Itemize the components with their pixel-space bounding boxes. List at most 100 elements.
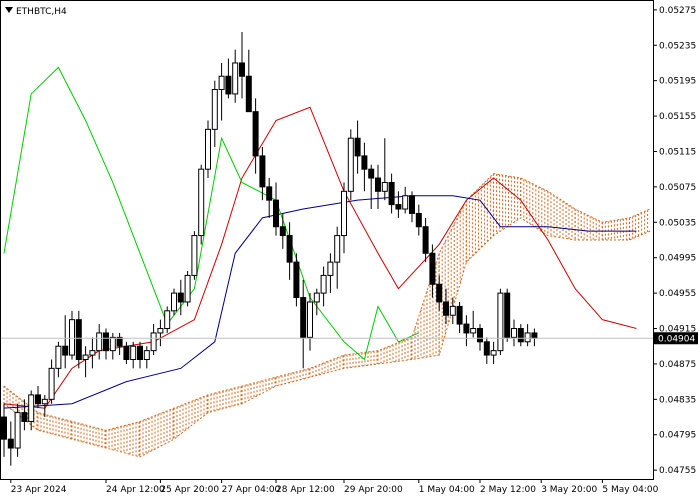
candle-body: [103, 332, 109, 352]
time-tick-label: 29 Apr 20:00: [344, 485, 403, 495]
candle-body: [497, 292, 504, 352]
time-tick-label: 2 May 12:00: [480, 485, 536, 495]
price-tick-label: 0.05155: [659, 112, 696, 122]
candle-body: [177, 292, 184, 303]
candle-body: [62, 345, 69, 356]
candle-body: [300, 297, 307, 338]
candle-body: [259, 155, 266, 188]
candle-body: [211, 89, 218, 130]
candle-body: [313, 292, 320, 303]
candle-body: [395, 204, 402, 210]
candle-body: [225, 75, 232, 95]
candle-body: [252, 111, 259, 157]
candle-body: [239, 62, 245, 77]
candle-body: [266, 186, 273, 201]
candle-body: [524, 332, 531, 343]
candle-body: [422, 226, 429, 254]
candle-body: [429, 252, 436, 285]
candle-body: [286, 235, 293, 263]
candle: [171, 288, 177, 316]
price-tick-label: 0.04795: [659, 431, 696, 441]
candle-body: [157, 328, 164, 334]
candle-body: [341, 190, 347, 237]
candle-body: [82, 354, 89, 360]
candle-body: [205, 128, 211, 170]
candle-body: [477, 328, 483, 343]
candle-body: [96, 332, 103, 352]
price-tick-label: 0.05195: [659, 77, 696, 87]
candle: [497, 288, 504, 356]
candle-body: [436, 283, 443, 303]
time-tick-label: 28 Apr 12:00: [276, 485, 335, 495]
time-tick-label: 23 Apr 2024: [11, 485, 67, 495]
candle-body: [198, 168, 205, 237]
candle-body: [293, 261, 300, 299]
current-price-label-group: 0.04904: [654, 332, 698, 345]
price-tick-label: 0.05275: [659, 6, 696, 16]
time-tick-label: 25 Apr 20:00: [160, 485, 219, 495]
candle-body: [273, 199, 279, 228]
candle-body: [130, 345, 137, 361]
time-tick-label: 1 May 04:00: [419, 485, 475, 495]
time-tick-label: 3 May 20:00: [541, 485, 597, 495]
price-tick-label: 0.05235: [659, 41, 696, 51]
candle-body: [279, 226, 286, 237]
candle-body: [368, 168, 375, 179]
candle-body: [347, 137, 354, 192]
candle-body: [531, 332, 538, 339]
candle-body: [245, 75, 252, 113]
candle-body: [75, 319, 82, 360]
candle-body: [375, 177, 381, 192]
candle-body: [402, 195, 409, 210]
chart-background: [0, 0, 700, 500]
candle: [184, 270, 191, 307]
candle: [198, 164, 205, 245]
candle-body: [1, 416, 7, 440]
candle-body: [307, 301, 313, 338]
candle-body: [109, 336, 116, 352]
candle-body: [463, 323, 470, 334]
candle-body: [218, 75, 225, 91]
time-tick-label: 24 Apr 12:00: [106, 485, 165, 495]
candle-body: [232, 62, 239, 95]
candle: [347, 129, 354, 201]
current-price-label: 0.04904: [658, 334, 695, 344]
candle-body: [69, 319, 75, 356]
candle-body: [150, 332, 157, 352]
candle-body: [490, 350, 497, 356]
candle-body: [191, 235, 198, 276]
time-tick-label: 5 May 04:00: [602, 485, 658, 495]
candle-body: [504, 292, 511, 338]
candle-body: [483, 341, 490, 356]
candle-body: [470, 328, 477, 334]
candle-body: [164, 310, 171, 330]
candle-body: [409, 195, 415, 214]
candle-body: [415, 212, 422, 228]
candle-body: [443, 301, 449, 316]
candle-body: [35, 394, 41, 405]
candle-body: [456, 305, 463, 325]
candle-body: [511, 328, 517, 338]
candle: [75, 310, 82, 369]
price-tick-label: 0.04955: [659, 289, 696, 299]
candle-body: [41, 398, 48, 405]
candle-body: [28, 394, 35, 422]
chart-title: ETHBTC,H4: [16, 7, 67, 17]
candle-body: [137, 345, 143, 361]
candle-body: [123, 345, 130, 361]
ichimoku-chart: 0.05275 0.05235 0.05195 0.05155 0.05115 0.050…: [0, 0, 700, 500]
candle: [191, 231, 198, 280]
candle-body: [171, 292, 177, 312]
price-tick-label: 0.04835: [659, 395, 696, 405]
candle-body: [184, 274, 191, 303]
candle: [164, 306, 171, 333]
candle-body: [143, 350, 150, 361]
price-tick-label: 0.04995: [659, 254, 696, 264]
candle-body: [517, 328, 524, 343]
candle-body: [21, 412, 28, 422]
candle-body: [89, 350, 96, 356]
price-tick-label: 0.04755: [659, 466, 696, 476]
candle: [205, 120, 211, 179]
price-tick-label: 0.05115: [659, 147, 696, 157]
candle-body: [354, 137, 361, 157]
